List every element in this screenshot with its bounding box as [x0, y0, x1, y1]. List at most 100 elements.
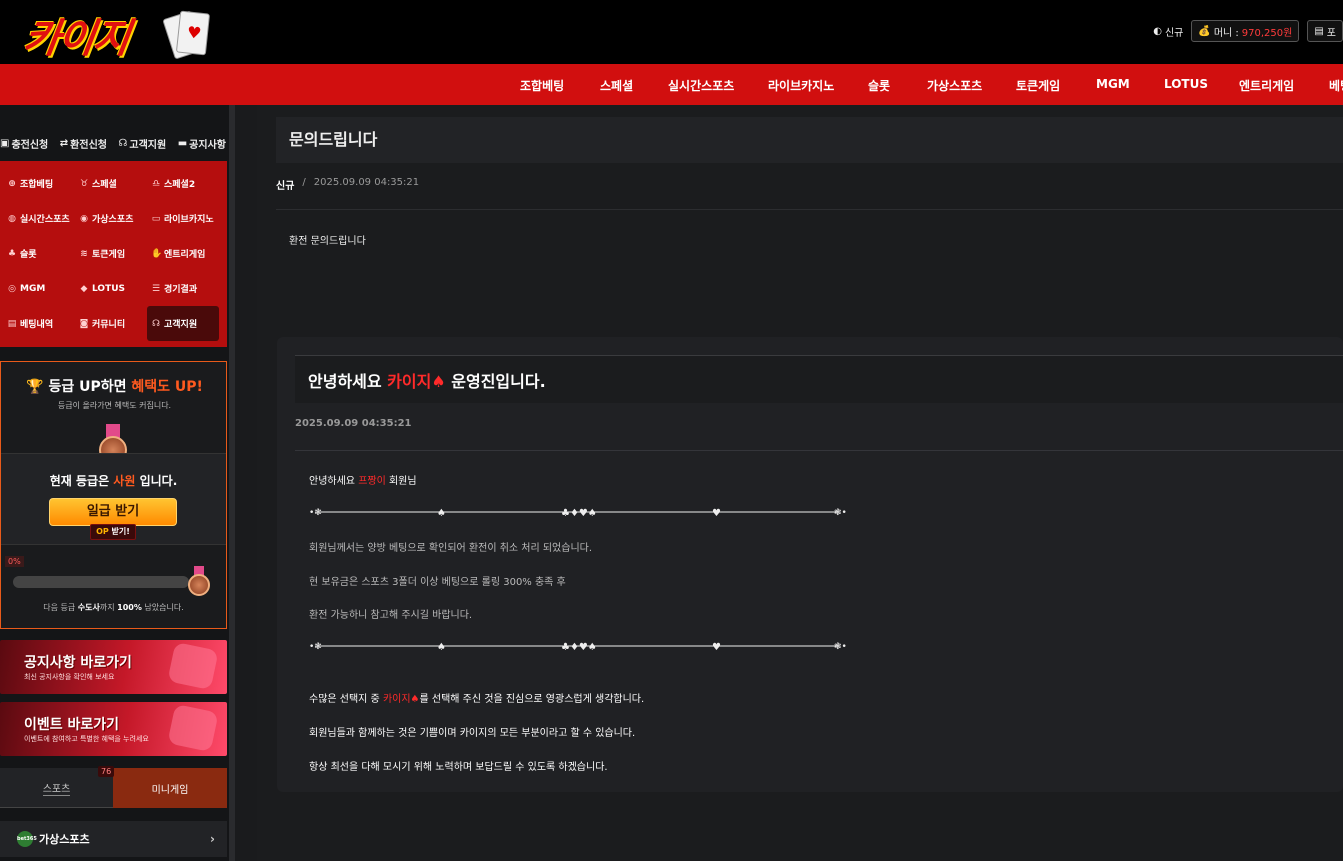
- quick-withdraw[interactable]: ⇄ 환전신청: [60, 136, 107, 151]
- quick-notice[interactable]: ▬ 공지사항: [178, 136, 226, 151]
- daily-pay-button[interactable]: 일급 받기: [49, 498, 177, 526]
- sidebar-menu-label: 고객지원: [164, 320, 198, 330]
- sidebar-menu-item[interactable]: ◆ LOTUS: [75, 271, 147, 306]
- quick-deposit[interactable]: ▣ 충전신청: [0, 136, 48, 151]
- svg-text:♥: ♥: [712, 642, 721, 652]
- sidebar-menu-item[interactable]: ♣ 슬롯: [3, 236, 75, 271]
- reply-closing-2: 회원님들과 함께하는 것은 기쁨이며 카이지의 모든 부분이라고 할 수 있습니…: [309, 728, 636, 739]
- reply-line-1: 회원님께서는 양방 베팅으로 확인되어 환전이 취소 처리 되었습니다.: [309, 543, 593, 554]
- grade-title: 🏆 등급 UP하면 혜택도 UP!: [1, 376, 228, 396]
- chevron-right-icon: ›: [210, 832, 215, 846]
- nav-item[interactable]: 조합베팅: [520, 77, 564, 94]
- nav-item[interactable]: 라이브카지노: [768, 77, 834, 94]
- sidebar-menu-item[interactable]: ◉ 가상스포츠: [75, 201, 147, 236]
- tab-minigame[interactable]: 미니게임: [113, 768, 227, 808]
- event-banner[interactable]: 이벤트 바로가기 이벤트에 참여하고 특별한 혜택을 누려세요: [0, 702, 227, 756]
- sidebar-menu-item[interactable]: ♎ 스페셜2: [147, 166, 219, 201]
- grade-current-pre: 현재 등급은: [49, 474, 114, 488]
- nav-item[interactable]: LOTUS: [1164, 77, 1208, 91]
- sidebar-menu-label: LOTUS: [92, 283, 125, 294]
- exchange-icon: ⇄: [59, 137, 69, 149]
- sidebar-menu-item[interactable]: ◙ 커뮤니티: [75, 306, 147, 341]
- reply-title: 안녕하세요 카이지♠ 운영진입니다.: [295, 355, 1343, 403]
- sidebar-menu-item[interactable]: ▤ 베팅내역: [3, 306, 75, 341]
- football-icon: ◍: [8, 213, 16, 224]
- nav-item[interactable]: 스페셜: [600, 77, 633, 94]
- header-user-area: ◐ 신규 💰 머니 : 970,250원 ▤ 포: [1153, 20, 1343, 42]
- reply-title-post: 운영진입니다.: [445, 372, 546, 391]
- divider: [295, 450, 1343, 451]
- grade-progress-bar: [13, 576, 189, 588]
- nav-item[interactable]: 슬롯: [868, 77, 890, 94]
- money-label: 머니 :: [1213, 27, 1239, 39]
- post-date: 2025.09.09 04:35:21: [313, 177, 420, 188]
- sidebar-menu-label: 스페셜2: [164, 180, 196, 190]
- notice-banner-sub: 최신 공지사항을 확인해 보세요: [24, 673, 115, 681]
- next-grade-value: 수도사: [77, 603, 100, 612]
- sidebar-menu-item[interactable]: ▭ 라이브카지노: [147, 201, 219, 236]
- sidebar-menu-item[interactable]: ◍ 실시간스포츠: [3, 201, 75, 236]
- decorative-divider: •❃ ♠ ♣♦♥♠ ♥ ❃•: [309, 508, 847, 518]
- tab-sports-label: 스포츠: [42, 780, 71, 796]
- sidebar-menu-item[interactable]: ☊ 고객지원: [147, 306, 219, 341]
- reply-line-2: 현 보유금은 스포츠 3폴더 이상 베팅으로 롤링 300% 충족 후: [309, 577, 566, 588]
- quick-notice-label: 공지사항: [189, 139, 226, 151]
- sidebar-menu-label: 조합베팅: [20, 180, 54, 190]
- sidebar-menu-item[interactable]: ⊕ 조합베팅: [3, 166, 75, 201]
- quick-support[interactable]: ☊ 고객지원: [119, 136, 167, 151]
- point-box[interactable]: ▤ 포: [1307, 20, 1343, 42]
- sidebar-menu-label: MGM: [20, 283, 46, 294]
- sidebar-tabs: 스포츠 미니게임 76: [0, 766, 227, 808]
- post-meta: 신규 / 2025.09.09 04:35:21: [276, 177, 419, 192]
- nav-item[interactable]: 베팅: [1329, 77, 1343, 94]
- sidebar-menu-item[interactable]: ♉ 스페셜: [75, 166, 147, 201]
- post-author: 신규: [276, 181, 295, 192]
- site-logo[interactable]: 카이지 ♥: [18, 2, 218, 62]
- reply-greeting: 안녕하세요 프짱이 회원님: [309, 472, 417, 487]
- notice-banner[interactable]: 공지사항 바로가기 최신 공지사항을 확인해 보세요: [0, 640, 227, 694]
- svg-text:♠: ♠: [437, 642, 446, 652]
- count-badge: 76: [98, 766, 115, 777]
- main-nav: 조합베팅 스페셜 실시간스포츠 라이브카지노 슬롯 가상스포츠 토큰게임 MGM LOTUS 엔트…: [0, 64, 1343, 105]
- user-info[interactable]: ◐ 신규: [1153, 24, 1183, 39]
- slot-icon: ♣: [7, 248, 17, 259]
- sidebar-scrollbar[interactable]: [229, 105, 235, 861]
- nav-item[interactable]: MGM: [1096, 77, 1130, 91]
- reply-line-3: 환전 가능하니 참고해 주시길 바랍니다.: [309, 610, 473, 621]
- grade-panel: 🏆 등급 UP하면 혜택도 UP! 등급이 올라가면 혜택도 커집니다. 현재 …: [0, 361, 227, 629]
- svg-text:•❃: •❃: [309, 508, 322, 518]
- virtual-sports-item[interactable]: bet365 가상스포츠 ›: [0, 821, 227, 857]
- op-badge[interactable]: OP 받기!: [90, 524, 136, 540]
- logo-text: 카이지: [20, 16, 132, 62]
- progress-percent: 0%: [5, 556, 24, 567]
- post-body: 환전 문의드립니다: [289, 236, 366, 247]
- sidebar-menu-item[interactable]: ☰ 경기결과: [147, 271, 219, 306]
- tab-sports[interactable]: 스포츠: [0, 768, 113, 808]
- sidebar-menu-label: 실시간스포츠: [20, 215, 70, 225]
- nav-item[interactable]: 토큰게임: [1016, 77, 1060, 94]
- svg-text:❃•: ❃•: [834, 642, 847, 652]
- money-bag-icon: 💰: [1198, 25, 1211, 37]
- greet-post: 회원님: [385, 476, 417, 487]
- nav-item[interactable]: 실시간스포츠: [668, 77, 734, 94]
- virtual-sports-label: 가상스포츠: [39, 833, 90, 846]
- nav-item[interactable]: 가상스포츠: [927, 77, 982, 94]
- sidebar-menu-label: 스페셜: [92, 180, 117, 190]
- next-post: 남았습니다.: [141, 603, 184, 612]
- sidebar-menu-item[interactable]: ≋ 토큰게임: [75, 236, 147, 271]
- coins-icon: ≋: [80, 248, 88, 259]
- chat-icon: ◙: [79, 318, 89, 329]
- sidebar-menu-item[interactable]: ◎ MGM: [3, 271, 75, 306]
- soccer-icon: ⊕: [8, 178, 16, 189]
- ticket-icon: ▭: [151, 213, 161, 224]
- quick-support-label: 고객지원: [129, 139, 167, 151]
- grade-current-box: 현재 등급은 사원 입니다. 일급 받기 OP 받기!: [1, 453, 226, 545]
- op-suffix: 받기!: [108, 527, 130, 536]
- sidebar-menu-item[interactable]: ✋ 엔트리게임: [147, 236, 219, 271]
- svg-text:♣♦♥♠: ♣♦♥♠: [561, 642, 597, 652]
- nav-item[interactable]: 엔트리게임: [1239, 77, 1294, 94]
- grade-current-value: 사원: [113, 474, 136, 488]
- next-medal-icon: [187, 566, 211, 596]
- money-box[interactable]: 💰 머니 : 970,250원: [1191, 20, 1300, 42]
- notice-banner-title: 공지사항 바로가기: [24, 655, 132, 671]
